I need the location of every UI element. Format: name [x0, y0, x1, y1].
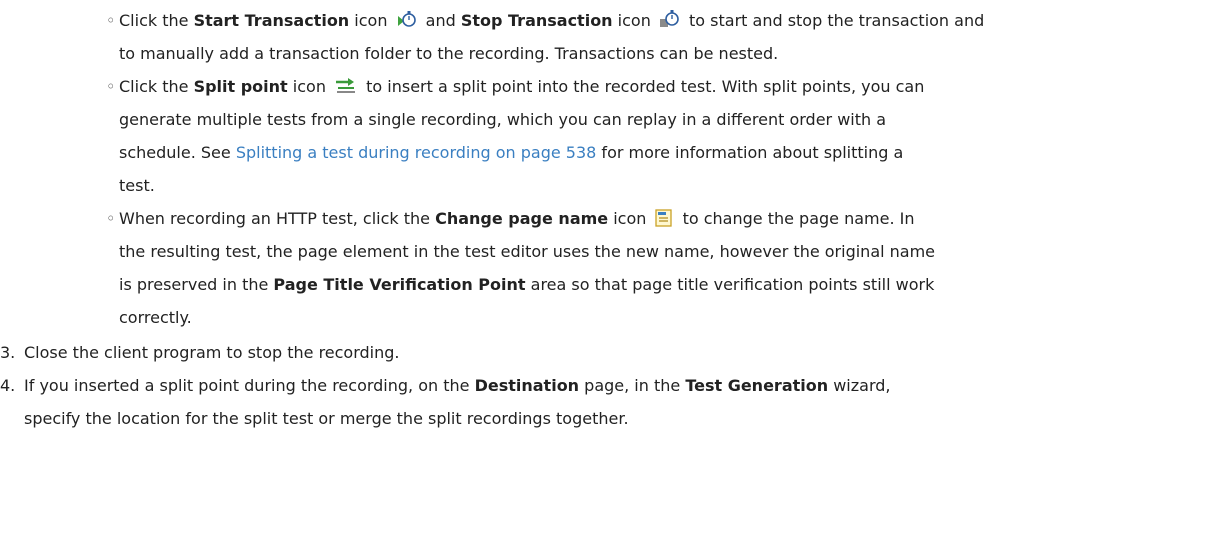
page-title-verification-point-label: Page Title Verification Point	[273, 275, 526, 294]
step-4: 4. If you inserted a split point during t…	[0, 369, 1217, 435]
splitting-test-link[interactable]: Splitting a test during recording on pag…	[236, 143, 597, 162]
step-3: 3. Close the client program to stop the r…	[0, 336, 1217, 369]
start-transaction-label: Start Transaction	[193, 11, 350, 30]
list-item-transaction: ◦ Click the Start Transaction icon and St…	[106, 4, 1206, 70]
bullet: ◦	[106, 209, 116, 228]
test-generation-label: Test Generation	[685, 376, 829, 395]
list-item-split-point: ◦ Click the Split point icon to insert a …	[106, 70, 1206, 202]
change-page-name-label: Change page name	[435, 209, 609, 228]
bullet: ◦	[106, 11, 116, 30]
destination-label: Destination	[474, 376, 580, 395]
split-point-label: Split point	[193, 77, 288, 96]
stop-transaction-label: Stop Transaction	[460, 11, 613, 30]
list-item-change-page-name: ◦ When recording an HTTP test, click the …	[106, 202, 1206, 334]
step-number: 3.	[0, 343, 16, 362]
step-number: 4.	[0, 376, 16, 395]
bullet: ◦	[106, 77, 116, 96]
document-page: ◦ Click the Start Transaction icon and St…	[0, 0, 1217, 541]
